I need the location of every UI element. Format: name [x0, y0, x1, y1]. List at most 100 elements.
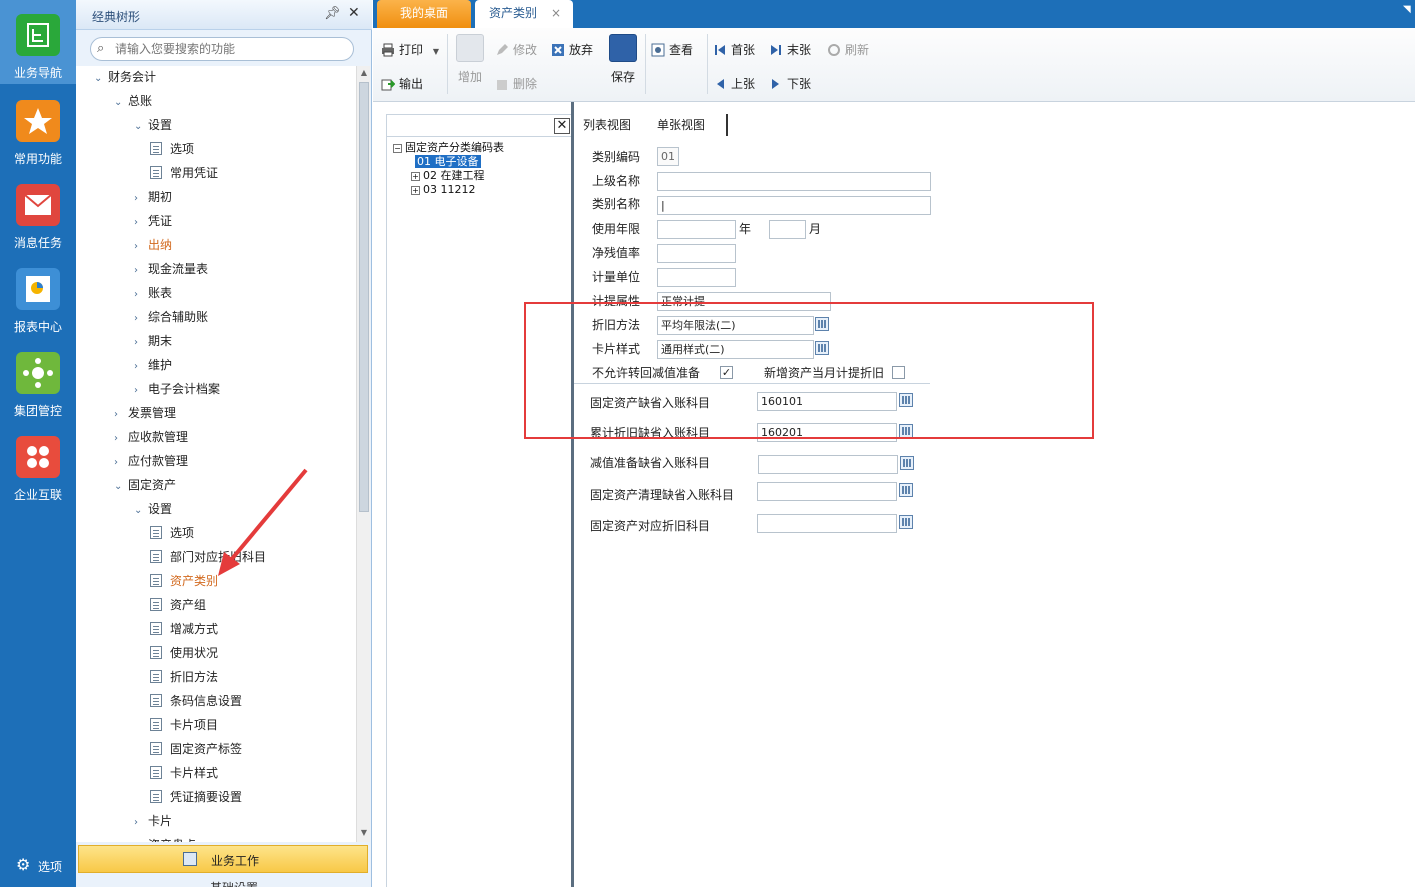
tab-asset-class[interactable]: 资产类别 ×: [475, 0, 573, 28]
tree-scrollbar[interactable]: ▲ ▼: [356, 66, 370, 842]
rail-report-center[interactable]: 报表中心: [0, 254, 76, 338]
chevron-down-icon[interactable]: ⌄: [114, 476, 128, 498]
tree-item-02[interactable]: +02 在建工程: [411, 169, 485, 183]
chevron-right-icon[interactable]: ›: [114, 428, 128, 450]
lookup-icon[interactable]: [900, 456, 914, 470]
tree-item[interactable]: 凭证摘要设置: [150, 786, 242, 808]
chevron-right-icon[interactable]: ›: [134, 284, 148, 306]
tree-item[interactable]: ⌄ 财务会计: [94, 66, 156, 88]
collapse-icon[interactable]: −: [393, 144, 402, 153]
lookup-icon[interactable]: [899, 483, 913, 497]
chevron-right-icon[interactable]: ›: [114, 404, 128, 426]
tree-item[interactable]: › 出纳: [134, 234, 172, 256]
accrual-attr-select[interactable]: 正常计提: [657, 292, 831, 311]
impairment-account-field[interactable]: [758, 455, 898, 474]
tab-my-desktop[interactable]: 我的桌面: [377, 0, 471, 28]
export-button[interactable]: 输出: [381, 73, 423, 95]
chevron-down-icon[interactable]: ⌄: [134, 500, 148, 522]
tree-item[interactable]: ⌄ 固定资产: [114, 474, 176, 496]
rail-enterprise-link[interactable]: 企业互联: [0, 422, 76, 506]
no-reverse-checkbox[interactable]: ✓: [720, 366, 733, 379]
modify-button[interactable]: 修改: [495, 39, 537, 61]
tree-item[interactable]: › 应收款管理: [114, 426, 188, 448]
tree-item[interactable]: › 卡片: [134, 810, 172, 832]
tree-item[interactable]: 卡片样式: [150, 762, 218, 784]
chevron-right-icon[interactable]: ›: [134, 836, 148, 842]
chevron-right-icon[interactable]: ›: [134, 380, 148, 402]
tree-item[interactable]: 卡片项目: [150, 714, 218, 736]
rail-common-functions[interactable]: 常用功能: [0, 86, 76, 170]
rail-messages[interactable]: 消息任务: [0, 170, 76, 254]
chevron-right-icon[interactable]: ›: [134, 236, 148, 258]
class-name-field[interactable]: |: [657, 196, 931, 215]
search-input[interactable]: [115, 41, 345, 57]
tree-item[interactable]: 使用状况: [150, 642, 218, 664]
function-search[interactable]: ⌕: [90, 37, 354, 61]
first-button[interactable]: 首张: [713, 39, 755, 61]
depr-method-field[interactable]: 平均年限法(二): [657, 316, 814, 335]
discard-button[interactable]: 放弃: [551, 39, 593, 61]
scroll-thumb[interactable]: [359, 82, 369, 512]
chevron-right-icon[interactable]: ›: [134, 260, 148, 282]
tree-item[interactable]: › 综合辅助账: [134, 306, 208, 328]
tree-item[interactable]: 部门对应折旧科目: [150, 546, 266, 568]
tree-item[interactable]: › 期初: [134, 186, 172, 208]
save-button[interactable]: 保存: [606, 34, 640, 85]
chevron-right-icon[interactable]: ›: [134, 356, 148, 378]
unit-field[interactable]: [657, 268, 736, 287]
fa-depr-account-field[interactable]: [757, 514, 897, 533]
rail-business-nav[interactable]: 业务导航: [0, 0, 76, 84]
tree-item[interactable]: ⌄ 总账: [114, 90, 152, 112]
tree-item[interactable]: › 现金流量表: [134, 258, 208, 280]
close-icon[interactable]: ✕: [348, 5, 360, 21]
tree-item[interactable]: 资产类别: [150, 570, 218, 592]
tree-item[interactable]: › 电子会计档案: [134, 378, 220, 400]
chevron-right-icon[interactable]: ›: [134, 188, 148, 210]
expand-icon[interactable]: +: [411, 186, 420, 195]
tree-item[interactable]: › 账表: [134, 282, 172, 304]
prev-button[interactable]: 上张: [713, 73, 755, 95]
tree-item-03[interactable]: +03 11212: [411, 183, 476, 197]
tree-item[interactable]: 固定资产标签: [150, 738, 242, 760]
chevron-right-icon[interactable]: ›: [134, 812, 148, 834]
chevron-right-icon[interactable]: ›: [134, 212, 148, 234]
tab-menu-icon[interactable]: ◥: [1403, 4, 1411, 15]
scroll-down-icon[interactable]: ▼: [359, 828, 369, 837]
rail-options[interactable]: ⚙ 选项: [0, 848, 76, 884]
useful-life-months-field[interactable]: [769, 220, 806, 239]
lookup-icon[interactable]: [899, 424, 913, 438]
chevron-down-icon[interactable]: ⌄: [94, 68, 108, 90]
tree-item[interactable]: › 维护: [134, 354, 172, 376]
delete-button[interactable]: 删除: [495, 73, 537, 95]
lookup-icon[interactable]: [899, 393, 913, 407]
tree-filter[interactable]: ✕: [387, 115, 573, 137]
tree-root[interactable]: − 固定资产分类编码表: [393, 141, 504, 155]
lookup-icon[interactable]: [815, 317, 829, 331]
next-button[interactable]: 下张: [769, 73, 811, 95]
fa-cleanup-account-field[interactable]: [757, 482, 897, 501]
tree-item-01[interactable]: 01 电子设备: [415, 155, 481, 169]
tree-item[interactable]: › 应付款管理: [114, 450, 188, 472]
business-work-button[interactable]: 业务工作: [78, 845, 368, 873]
new-month-depr-checkbox[interactable]: [892, 366, 905, 379]
chevron-right-icon[interactable]: ›: [134, 332, 148, 354]
chevron-down-icon[interactable]: ⌄: [134, 116, 148, 138]
useful-life-years-field[interactable]: [657, 220, 736, 239]
pin-icon[interactable]: 📌︎: [324, 6, 341, 21]
tree-item[interactable]: 资产组: [150, 594, 206, 616]
close-icon[interactable]: ✕: [554, 118, 570, 134]
scroll-up-icon[interactable]: ▲: [359, 68, 369, 77]
tree-item[interactable]: ⌄ 设置: [134, 498, 172, 520]
tree-item[interactable]: ⌄ 设置: [134, 114, 172, 136]
view-button[interactable]: 查看: [651, 39, 693, 61]
tree-item[interactable]: ›资产盘点: [134, 834, 196, 842]
lookup-icon[interactable]: [815, 341, 829, 355]
basic-settings-button[interactable]: 基础设置: [78, 876, 368, 887]
tree-item[interactable]: 选项: [150, 522, 194, 544]
close-tab-icon[interactable]: ×: [551, 0, 561, 26]
tree-item[interactable]: › 期末: [134, 330, 172, 352]
tree-item[interactable]: 常用凭证: [150, 162, 218, 184]
tree-item[interactable]: › 发票管理: [114, 402, 176, 424]
tab-list-view[interactable]: 列表视图: [583, 116, 631, 133]
fa-default-account-field[interactable]: 160101: [757, 392, 897, 411]
